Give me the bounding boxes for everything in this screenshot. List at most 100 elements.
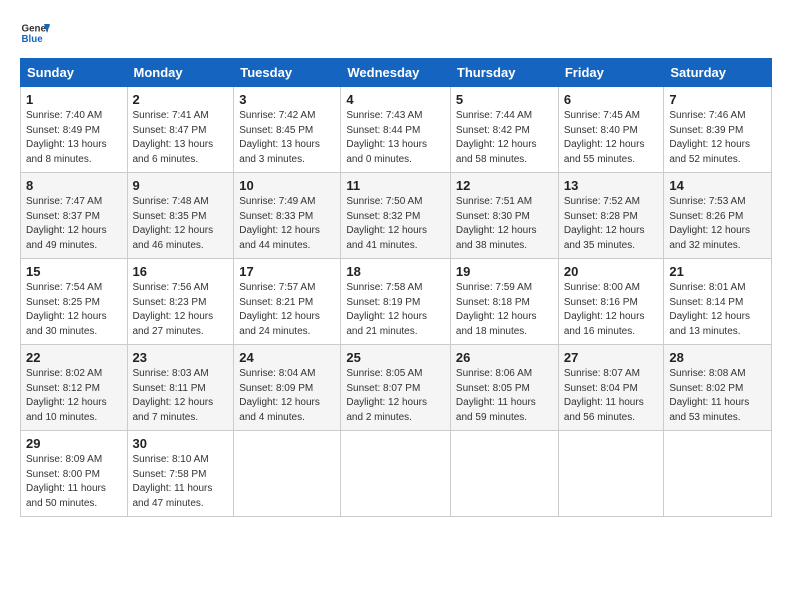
day-number: 18 — [346, 264, 445, 279]
day-info: Sunrise: 7:45 AM Sunset: 8:40 PM Dayligh… — [564, 110, 645, 165]
day-number: 1 — [26, 92, 122, 107]
day-number: 5 — [456, 92, 553, 107]
day-cell: 3 Sunrise: 7:42 AM Sunset: 8:45 PM Daylig… — [234, 87, 341, 173]
day-number: 26 — [456, 350, 553, 365]
day-info: Sunrise: 8:08 AM Sunset: 8:02 PM Dayligh… — [669, 368, 749, 423]
header-area: General Blue — [20, 18, 772, 48]
day-info: Sunrise: 8:00 AM Sunset: 8:16 PM Dayligh… — [564, 282, 645, 337]
day-info: Sunrise: 7:53 AM Sunset: 8:26 PM Dayligh… — [669, 196, 750, 251]
day-cell: 1 Sunrise: 7:40 AM Sunset: 8:49 PM Daylig… — [21, 87, 128, 173]
day-info: Sunrise: 8:01 AM Sunset: 8:14 PM Dayligh… — [669, 282, 750, 337]
day-cell: 20 Sunrise: 8:00 AM Sunset: 8:16 PM Dayli… — [558, 259, 664, 345]
day-cell: 30 Sunrise: 8:10 AM Sunset: 7:58 PM Dayli… — [127, 431, 234, 517]
day-cell: 19Sunrise: 7:59 AM Sunset: 8:18 PM Dayli… — [450, 259, 558, 345]
day-cell: 12 Sunrise: 7:51 AM Sunset: 8:30 PM Dayli… — [450, 173, 558, 259]
day-number: 10 — [239, 178, 335, 193]
day-info: Sunrise: 7:42 AM Sunset: 8:45 PM Dayligh… — [239, 110, 320, 165]
day-cell: 9 Sunrise: 7:48 AM Sunset: 8:35 PM Daylig… — [127, 173, 234, 259]
logo: General Blue — [20, 18, 50, 48]
day-number: 8 — [26, 178, 122, 193]
day-number: 15 — [26, 264, 122, 279]
day-cell: 26 Sunrise: 8:06 AM Sunset: 8:05 PM Dayli… — [450, 345, 558, 431]
col-header-sunday: Sunday — [21, 59, 128, 87]
day-info: Sunrise: 7:51 AM Sunset: 8:30 PM Dayligh… — [456, 196, 537, 251]
day-info: Sunrise: 7:57 AM Sunset: 8:21 PM Dayligh… — [239, 282, 320, 337]
day-number: 24 — [239, 350, 335, 365]
week-row-1: 1 Sunrise: 7:40 AM Sunset: 8:49 PM Daylig… — [21, 87, 772, 173]
day-cell: 14 Sunrise: 7:53 AM Sunset: 8:26 PM Dayli… — [664, 173, 772, 259]
day-cell: 27 Sunrise: 8:07 AM Sunset: 8:04 PM Dayli… — [558, 345, 664, 431]
day-cell: 24 Sunrise: 8:04 AM Sunset: 8:09 PM Dayli… — [234, 345, 341, 431]
day-cell — [558, 431, 664, 517]
day-info: Sunrise: 8:07 AM Sunset: 8:04 PM Dayligh… — [564, 368, 644, 423]
day-cell: 11 Sunrise: 7:50 AM Sunset: 8:32 PM Dayli… — [341, 173, 451, 259]
day-number: 17 — [239, 264, 335, 279]
day-cell: 4 Sunrise: 7:43 AM Sunset: 8:44 PM Daylig… — [341, 87, 451, 173]
day-info: Sunrise: 8:06 AM Sunset: 8:05 PM Dayligh… — [456, 368, 536, 423]
day-cell: 22 Sunrise: 8:02 AM Sunset: 8:12 PM Dayli… — [21, 345, 128, 431]
day-cell — [341, 431, 451, 517]
day-number: 16 — [133, 264, 229, 279]
day-info: Sunrise: 8:02 AM Sunset: 8:12 PM Dayligh… — [26, 368, 107, 423]
day-number: 14 — [669, 178, 766, 193]
week-row-4: 22 Sunrise: 8:02 AM Sunset: 8:12 PM Dayli… — [21, 345, 772, 431]
day-number: 2 — [133, 92, 229, 107]
day-info: Sunrise: 7:44 AM Sunset: 8:42 PM Dayligh… — [456, 110, 537, 165]
day-cell: 28 Sunrise: 8:08 AM Sunset: 8:02 PM Dayli… — [664, 345, 772, 431]
day-cell: 29 Sunrise: 8:09 AM Sunset: 8:00 PM Dayli… — [21, 431, 128, 517]
day-info: Sunrise: 8:04 AM Sunset: 8:09 PM Dayligh… — [239, 368, 320, 423]
day-info: Sunrise: 7:59 AM Sunset: 8:18 PM Dayligh… — [456, 282, 537, 337]
day-info: Sunrise: 8:09 AM Sunset: 8:00 PM Dayligh… — [26, 454, 106, 509]
logo-icon: General Blue — [20, 18, 50, 48]
day-info: Sunrise: 7:56 AM Sunset: 8:23 PM Dayligh… — [133, 282, 214, 337]
day-info: Sunrise: 7:50 AM Sunset: 8:32 PM Dayligh… — [346, 196, 427, 251]
day-info: Sunrise: 7:40 AM Sunset: 8:49 PM Dayligh… — [26, 110, 107, 165]
svg-text:Blue: Blue — [22, 34, 44, 45]
day-info: Sunrise: 7:48 AM Sunset: 8:35 PM Dayligh… — [133, 196, 214, 251]
day-cell — [234, 431, 341, 517]
col-header-saturday: Saturday — [664, 59, 772, 87]
day-cell: 5 Sunrise: 7:44 AM Sunset: 8:42 PM Daylig… — [450, 87, 558, 173]
day-number: 12 — [456, 178, 553, 193]
day-number: 9 — [133, 178, 229, 193]
week-row-5: 29 Sunrise: 8:09 AM Sunset: 8:00 PM Dayli… — [21, 431, 772, 517]
day-number: 6 — [564, 92, 659, 107]
col-header-friday: Friday — [558, 59, 664, 87]
day-number: 3 — [239, 92, 335, 107]
day-number: 20 — [564, 264, 659, 279]
col-header-tuesday: Tuesday — [234, 59, 341, 87]
day-info: Sunrise: 7:41 AM Sunset: 8:47 PM Dayligh… — [133, 110, 214, 165]
day-number: 11 — [346, 178, 445, 193]
day-cell: 13 Sunrise: 7:52 AM Sunset: 8:28 PM Dayli… — [558, 173, 664, 259]
day-number: 23 — [133, 350, 229, 365]
day-cell: 21 Sunrise: 8:01 AM Sunset: 8:14 PM Dayli… — [664, 259, 772, 345]
day-info: Sunrise: 7:58 AM Sunset: 8:19 PM Dayligh… — [346, 282, 427, 337]
day-number: 29 — [26, 436, 122, 451]
day-cell: 8Sunrise: 7:47 AM Sunset: 8:37 PM Daylig… — [21, 173, 128, 259]
day-info: Sunrise: 7:54 AM Sunset: 8:25 PM Dayligh… — [26, 282, 107, 337]
col-header-thursday: Thursday — [450, 59, 558, 87]
day-number: 27 — [564, 350, 659, 365]
day-cell: 10 Sunrise: 7:49 AM Sunset: 8:33 PM Dayli… — [234, 173, 341, 259]
day-info: Sunrise: 7:49 AM Sunset: 8:33 PM Dayligh… — [239, 196, 320, 251]
day-cell: 6 Sunrise: 7:45 AM Sunset: 8:40 PM Daylig… — [558, 87, 664, 173]
day-number: 4 — [346, 92, 445, 107]
calendar-table: SundayMondayTuesdayWednesdayThursdayFrid… — [20, 58, 772, 517]
day-info: Sunrise: 8:05 AM Sunset: 8:07 PM Dayligh… — [346, 368, 427, 423]
day-cell: 25Sunrise: 8:05 AM Sunset: 8:07 PM Dayli… — [341, 345, 451, 431]
day-number: 28 — [669, 350, 766, 365]
day-info: Sunrise: 7:52 AM Sunset: 8:28 PM Dayligh… — [564, 196, 645, 251]
day-number: 21 — [669, 264, 766, 279]
day-info: Sunrise: 7:43 AM Sunset: 8:44 PM Dayligh… — [346, 110, 427, 165]
day-info: Sunrise: 8:03 AM Sunset: 8:11 PM Dayligh… — [133, 368, 214, 423]
day-cell: 15 Sunrise: 7:54 AM Sunset: 8:25 PM Dayli… — [21, 259, 128, 345]
col-header-wednesday: Wednesday — [341, 59, 451, 87]
day-info: Sunrise: 7:46 AM Sunset: 8:39 PM Dayligh… — [669, 110, 750, 165]
week-row-3: 15 Sunrise: 7:54 AM Sunset: 8:25 PM Dayli… — [21, 259, 772, 345]
day-cell — [450, 431, 558, 517]
day-number: 13 — [564, 178, 659, 193]
day-number: 30 — [133, 436, 229, 451]
day-info: Sunrise: 8:10 AM Sunset: 7:58 PM Dayligh… — [133, 454, 213, 509]
day-number: 22 — [26, 350, 122, 365]
day-cell: 23 Sunrise: 8:03 AM Sunset: 8:11 PM Dayli… — [127, 345, 234, 431]
